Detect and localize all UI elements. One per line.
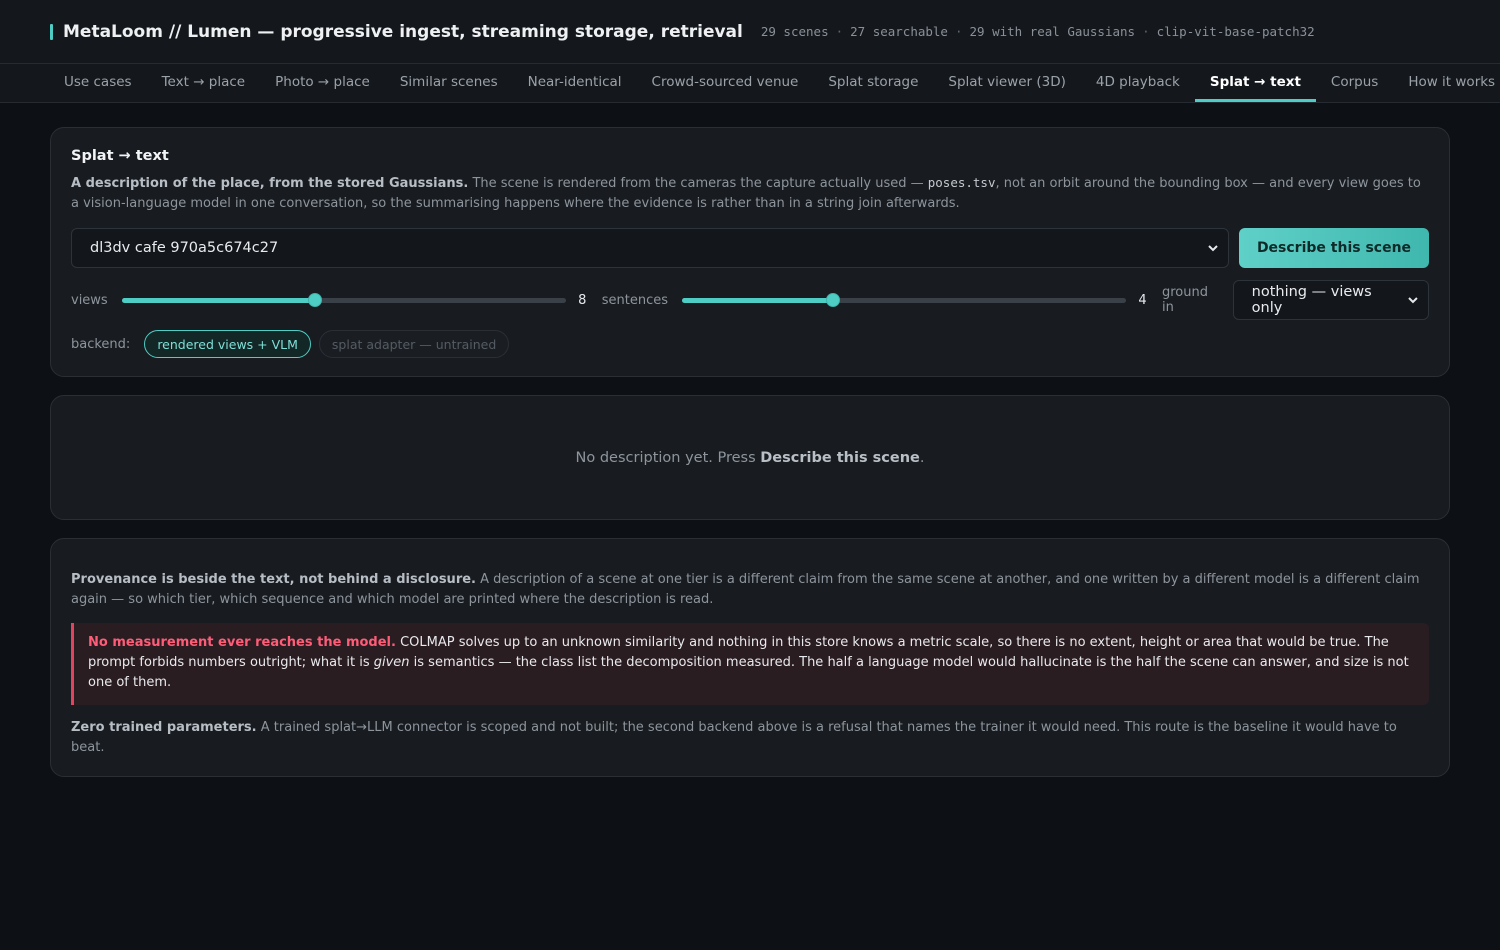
tab-4d-playback[interactable]: 4D playback	[1081, 64, 1195, 102]
ground-in-select-value: nothing — views only	[1251, 284, 1372, 316]
zero-parameters-paragraph: Zero trained parameters. A trained splat…	[71, 720, 1397, 755]
stat-gaussians: 29 with real Gaussians	[969, 24, 1136, 39]
tab-use-cases[interactable]: Use cases	[49, 64, 147, 102]
sentences-label: sentences	[601, 292, 668, 308]
tab-near-identical[interactable]: Near-identical	[513, 64, 637, 102]
tab-crowd-sourced-venue[interactable]: Crowd-sourced venue	[637, 64, 814, 102]
header-stats: 29 scenes · 27 searchable · 29 with real Gau…	[760, 24, 1315, 39]
chevron-down-icon	[1408, 297, 1418, 304]
backend-rendered-views-chip[interactable]: rendered views + VLM	[144, 330, 311, 358]
describe-scene-button[interactable]: Describe this scene	[1239, 228, 1429, 268]
splat-to-text-panel: Splat → text A description of the place,…	[50, 127, 1450, 377]
views-slider-thumb[interactable]	[307, 293, 322, 307]
tab-text-to-place[interactable]: Text → place	[147, 64, 261, 102]
backend-splat-adapter-chip[interactable]: splat adapter — untrained	[318, 330, 510, 358]
views-value: 8	[578, 292, 587, 308]
sentences-slider-fill	[681, 298, 833, 303]
stat-model: clip-vit-base-patch32	[1156, 24, 1315, 39]
chevron-down-icon	[1208, 245, 1218, 252]
backend-label: backend:	[71, 336, 131, 352]
panel-title: Splat → text	[71, 148, 169, 164]
ground-in-select[interactable]: nothing — views only	[1232, 280, 1429, 320]
scene-select-value: dl3dv cafe 970a5c674c27	[90, 240, 279, 256]
measurement-warning: No measurement ever reaches the model. C…	[71, 623, 1429, 705]
description-output-panel: No description yet. Press Describe this …	[50, 395, 1450, 520]
views-label: views	[71, 292, 108, 308]
tab-photo-to-place[interactable]: Photo → place	[260, 64, 385, 102]
views-slider[interactable]	[121, 292, 567, 308]
panel-description: A description of the place, from the sto…	[71, 175, 1421, 211]
tab-splat-viewer[interactable]: Splat viewer (3D)	[933, 64, 1081, 102]
sentences-slider-thumb[interactable]	[825, 293, 840, 307]
app-title: MetaLoom // Lumen — progressive ingest, …	[63, 21, 743, 42]
empty-state-message: No description yet. Press Describe this …	[575, 449, 925, 466]
tab-splat-to-text[interactable]: Splat → text	[1194, 64, 1316, 102]
app-header: MetaLoom // Lumen — progressive ingest, …	[0, 0, 1500, 64]
provenance-paragraph: Provenance is beside the text, not behin…	[71, 572, 1420, 607]
accent-bar	[50, 23, 53, 40]
sentences-slider[interactable]	[681, 292, 1127, 308]
tab-corpus[interactable]: Corpus	[1316, 64, 1393, 102]
poses-file-code: poses.tsv	[927, 175, 996, 190]
tab-bar: Use cases Text → place Photo → place Sim…	[0, 64, 1500, 103]
stat-searchable: 27 searchable	[850, 24, 948, 39]
provenance-panel: Provenance is beside the text, not behin…	[50, 538, 1450, 777]
tab-splat-storage[interactable]: Splat storage	[813, 64, 933, 102]
views-slider-fill	[121, 298, 315, 303]
sentences-value: 4	[1138, 292, 1147, 308]
ground-in-label: ground in	[1161, 285, 1208, 315]
tab-how-it-works[interactable]: How it works	[1393, 64, 1500, 102]
scene-select[interactable]: dl3dv cafe 970a5c674c27	[71, 228, 1229, 268]
tab-similar-scenes[interactable]: Similar scenes	[385, 64, 513, 102]
stat-scenes: 29 scenes	[760, 24, 829, 39]
